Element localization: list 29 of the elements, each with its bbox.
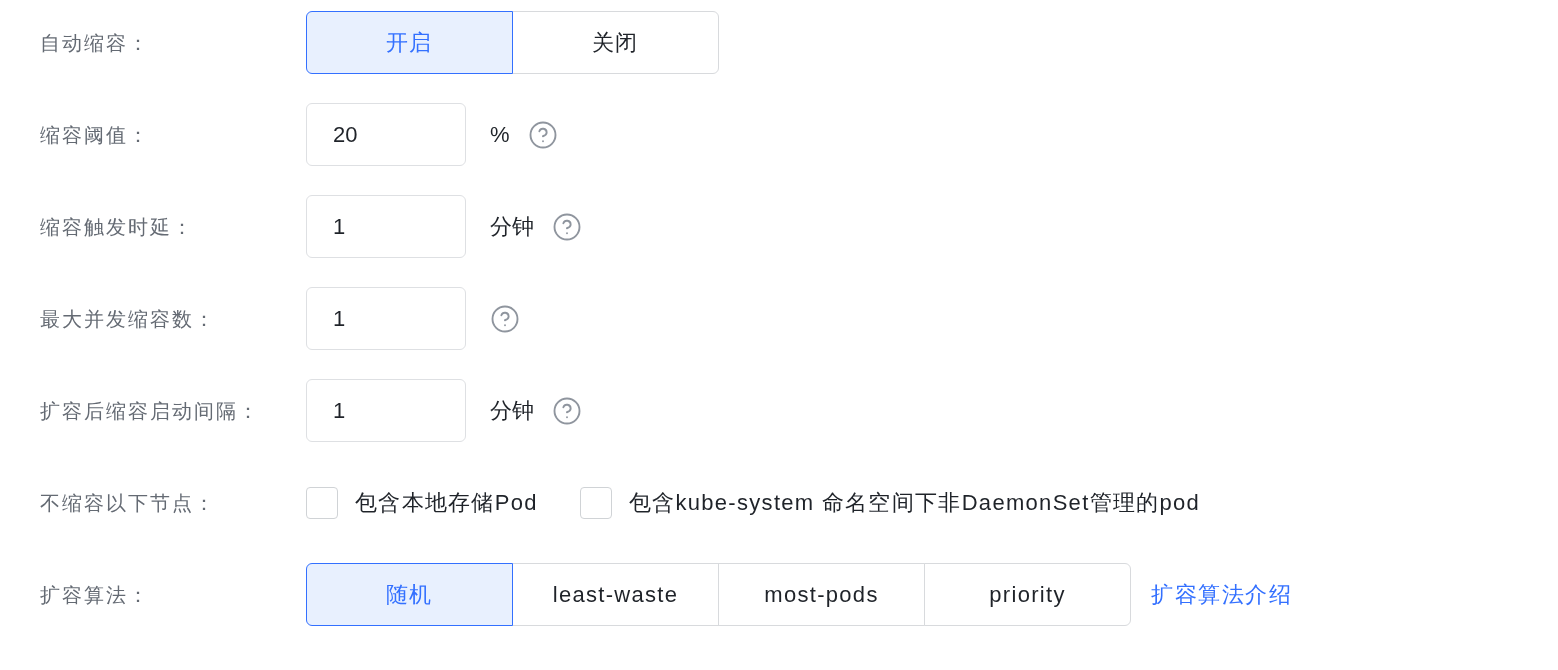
field-label: 缩容触发时延： bbox=[40, 215, 194, 238]
help-icon[interactable] bbox=[490, 303, 520, 334]
help-icon[interactable] bbox=[552, 395, 582, 426]
segment-option[interactable]: 开启 bbox=[306, 11, 513, 74]
checkbox-label: 包含本地存储Pod bbox=[355, 489, 538, 517]
help-icon[interactable] bbox=[552, 211, 582, 242]
field-label: 自动缩容： bbox=[40, 31, 150, 54]
unit-label: 分钟 bbox=[490, 397, 534, 425]
field-label: 扩容算法： bbox=[40, 583, 150, 606]
input-field[interactable]: 1 bbox=[306, 379, 466, 442]
unit-label: 分钟 bbox=[490, 213, 534, 241]
segment-option[interactable]: least-waste bbox=[512, 563, 719, 626]
field-label: 扩容后缩容启动间隔： bbox=[40, 399, 260, 422]
help-icon[interactable] bbox=[527, 119, 558, 150]
algorithm-intro-link[interactable]: 扩容算法介绍 bbox=[1151, 578, 1292, 611]
segment-option[interactable]: most-pods bbox=[718, 563, 925, 626]
field-label: 缩容阈值： bbox=[40, 123, 150, 146]
segment-option[interactable]: 随机 bbox=[306, 563, 513, 626]
input-field[interactable]: 1 bbox=[306, 195, 466, 258]
checkbox-label: 包含kube-system 命名空间下非DaemonSet管理的pod bbox=[628, 489, 1201, 517]
field-label: 最大并发缩容数： bbox=[40, 307, 216, 330]
unit-label: % bbox=[490, 121, 510, 149]
segment-option[interactable]: priority bbox=[924, 563, 1131, 626]
segment-option[interactable]: 关闭 bbox=[512, 11, 719, 74]
field-label: 不缩容以下节点： bbox=[40, 491, 216, 514]
input-field[interactable]: 1 bbox=[306, 287, 466, 350]
input-field[interactable]: 20 bbox=[306, 103, 466, 166]
checkbox[interactable] bbox=[579, 486, 612, 519]
checkbox[interactable] bbox=[306, 486, 338, 519]
